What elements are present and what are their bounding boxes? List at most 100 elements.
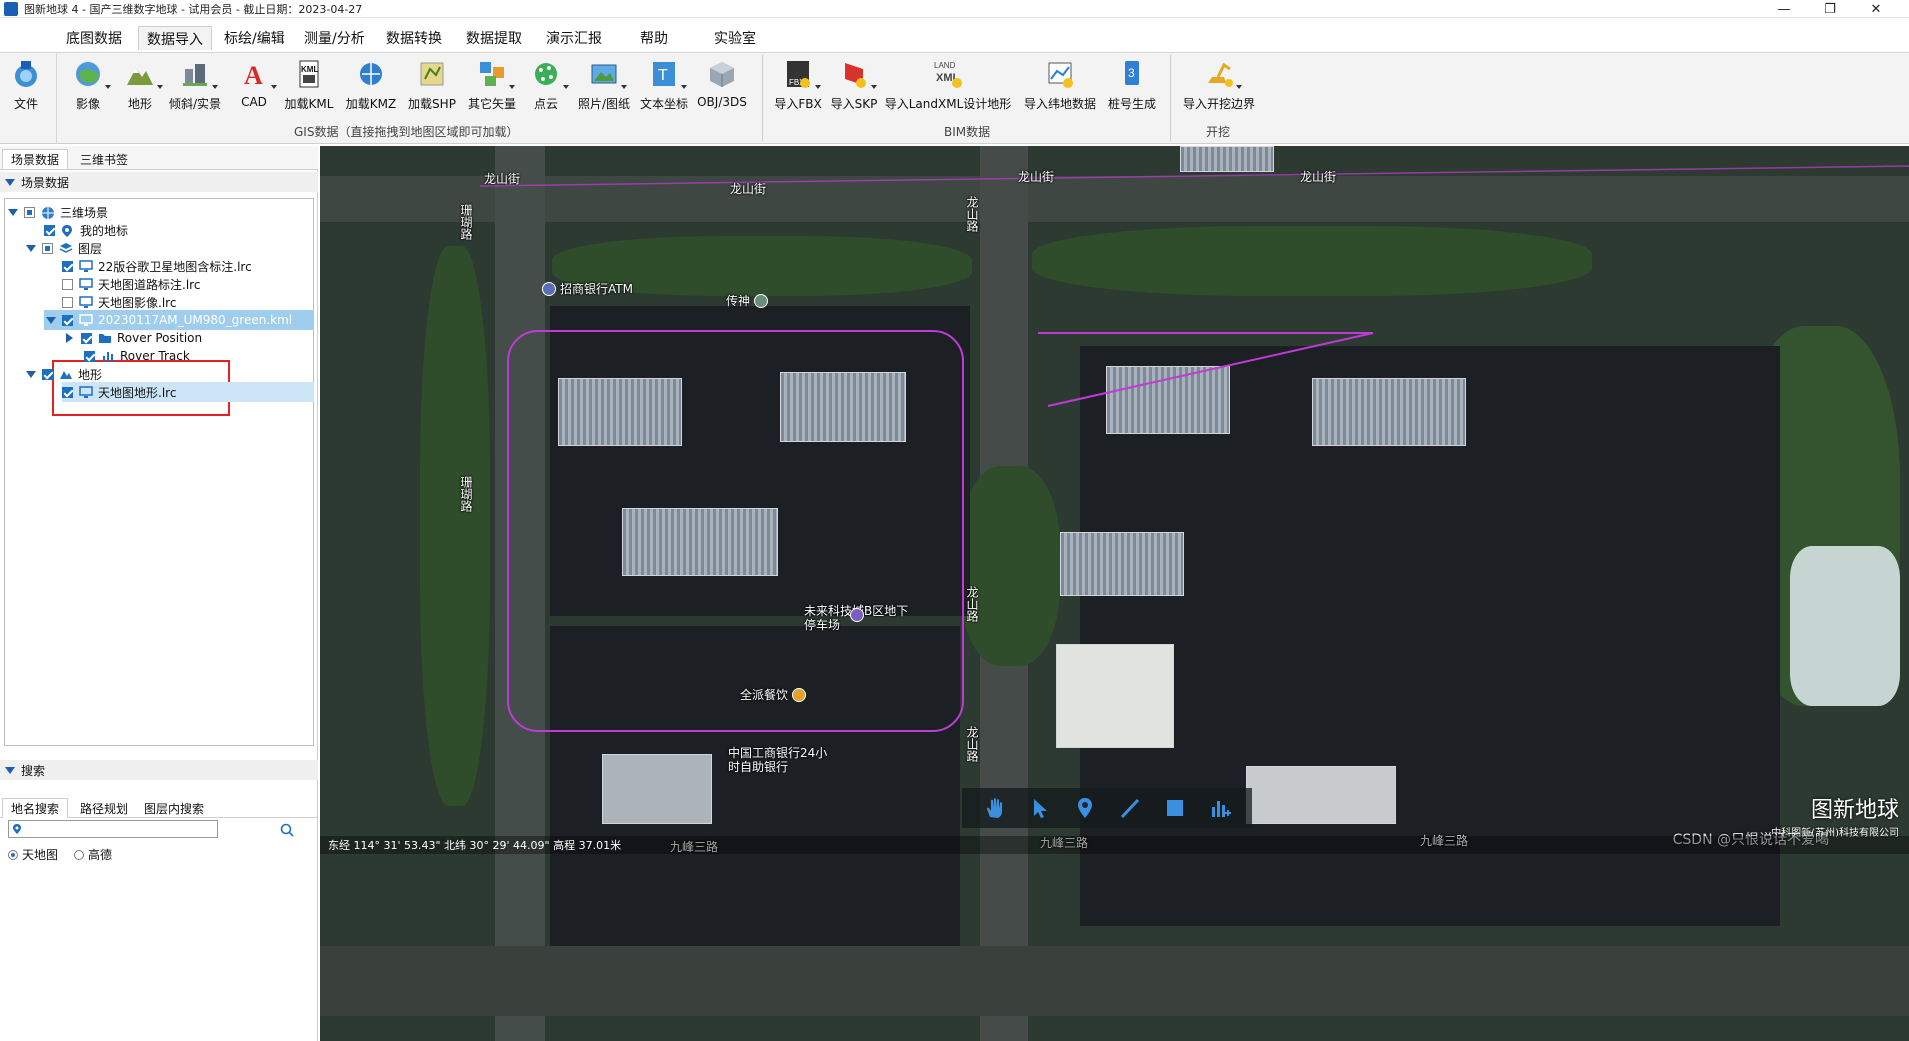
obj-3ds-button[interactable]: OBJ/3DS xyxy=(696,55,748,119)
tree-node-tianditu-road[interactable]: 天地图道路标注.lrc xyxy=(62,274,200,294)
coordinate-status-bar: 东经 114° 31' 53.43" 北纬 30° 29' 44.09" 高程 … xyxy=(320,836,1909,854)
checkbox[interactable] xyxy=(24,206,35,218)
layers-icon xyxy=(59,242,73,254)
imagery-icon xyxy=(73,59,111,89)
search-tabs: 地名搜索 路径规划 图层内搜索 xyxy=(0,796,318,818)
tab-scene-data[interactable]: 场景数据 xyxy=(2,149,69,169)
imagery-button[interactable]: 影像 xyxy=(68,55,111,119)
road-label: 龙山路 xyxy=(965,726,979,762)
title-bar: 图新地球 4 - 国产三维数字地球 - 试用会员 - 截止日期：2023-04-… xyxy=(0,0,1909,18)
tree-node-3d-scene[interactable]: 三维场景 xyxy=(8,202,108,222)
load-shp-button[interactable]: 加载SHP xyxy=(406,55,458,119)
point-cloud-icon xyxy=(531,59,569,89)
import-landxml-button[interactable]: LAND XML 导入LandXML设计地形 xyxy=(885,55,1012,119)
load-kml-button[interactable]: KML 加载KML xyxy=(282,55,336,119)
expand-icon[interactable] xyxy=(66,333,73,343)
tree-node-tianditu-terrain[interactable]: 天地图地形.lrc xyxy=(62,382,314,402)
road-label: 珊瑚路 xyxy=(459,204,473,240)
poi-restaurant[interactable]: 全派餐饮 xyxy=(740,686,807,703)
checkbox[interactable] xyxy=(42,368,53,380)
text-coordinate-icon: T xyxy=(649,59,687,89)
point-cloud-button[interactable]: 点云 xyxy=(530,55,569,119)
source-radio-group: 天地图 高德 xyxy=(8,846,112,863)
restaurant-pin-icon xyxy=(792,687,807,702)
menu-tab-plot-edit[interactable]: 标绘/编辑 xyxy=(216,26,293,50)
checkbox[interactable] xyxy=(62,386,73,398)
import-skp-button[interactable]: 导入SKP xyxy=(830,55,878,119)
load-kmz-button[interactable]: 加载KMZ xyxy=(344,55,398,119)
chart-add-icon[interactable] xyxy=(1207,795,1233,821)
import-excavation-boundary-button[interactable]: 导入开挖边界 xyxy=(1180,55,1258,119)
import-weidi-button[interactable]: 导入纬地数据 xyxy=(1022,55,1098,119)
pan-hand-icon[interactable] xyxy=(982,795,1008,821)
svg-text:T: T xyxy=(658,67,668,84)
menu-tab-lab[interactable]: 实验室 xyxy=(706,26,764,50)
tree-node-tianditu-imagery[interactable]: 天地图影像.lrc xyxy=(62,292,176,312)
checkbox[interactable] xyxy=(42,242,53,254)
expand-icon[interactable] xyxy=(26,370,36,378)
menu-tab-basemap[interactable]: 底图数据 xyxy=(58,26,130,50)
tab-route-planning[interactable]: 路径规划 xyxy=(72,798,136,818)
expand-icon[interactable] xyxy=(8,208,18,216)
cad-button[interactable]: A CAD xyxy=(238,55,277,119)
radio-gaode[interactable] xyxy=(74,849,85,860)
file-button[interactable]: 文件 xyxy=(8,55,44,119)
text-coordinate-button[interactable]: T 文本坐标 xyxy=(638,55,690,119)
poi-atm[interactable]: 招商银行ATM xyxy=(542,280,633,297)
tree-node-kml-file[interactable]: 20230117AM_UM980_green.kml xyxy=(44,310,314,330)
menu-tab-extract[interactable]: 数据提取 xyxy=(458,26,530,50)
other-vector-button[interactable]: 其它矢量 xyxy=(466,55,518,119)
search-input[interactable] xyxy=(8,820,218,838)
oblique-button[interactable]: 倾斜/实景 xyxy=(169,55,221,119)
monitor-icon xyxy=(79,278,93,290)
map-view[interactable]: 龙山街 龙山街 龙山街 龙山街 龙山路 龙山路 龙山路 珊瑚路 珊瑚路 九峰三路… xyxy=(320,146,1909,1041)
file-separator xyxy=(56,53,57,143)
photo-icon xyxy=(589,59,627,89)
tree-node-my-places[interactable]: 我的地标 xyxy=(44,220,128,240)
tab-3d-bookmarks[interactable]: 三维书签 xyxy=(72,149,136,169)
place-marker-icon[interactable] xyxy=(1072,795,1098,821)
pile-number-button[interactable]: 3 桩号生成 xyxy=(1106,55,1158,119)
expand-icon[interactable] xyxy=(46,316,56,324)
select-arrow-icon[interactable] xyxy=(1027,795,1053,821)
menu-tab-measure[interactable]: 测量/分析 xyxy=(296,26,373,50)
tree-node-layers[interactable]: 图层 xyxy=(26,238,102,258)
radio-tianditu[interactable] xyxy=(8,849,18,860)
restore-button[interactable]: ❐ xyxy=(1807,0,1853,18)
monitor-icon xyxy=(79,260,93,272)
expand-icon[interactable] xyxy=(26,244,36,252)
checkbox[interactable] xyxy=(81,332,92,344)
menu-tab-data-import[interactable]: 数据导入 xyxy=(138,26,212,50)
terrain-button[interactable]: 地形 xyxy=(120,55,163,119)
draw-line-icon[interactable] xyxy=(1117,795,1143,821)
close-button[interactable]: ✕ xyxy=(1853,0,1899,18)
scene-section-header[interactable]: 场景数据 xyxy=(0,172,318,192)
tree-node-google-satellite[interactable]: 22版谷歌卫星地图含标注.lrc xyxy=(62,256,252,276)
checkbox[interactable] xyxy=(62,260,73,272)
tab-layer-search[interactable]: 图层内搜索 xyxy=(136,798,212,818)
tree-node-rover-position[interactable]: Rover Position xyxy=(66,328,202,348)
poi-bank[interactable]: 中国工商银行24小时自助银行 xyxy=(728,746,832,774)
tree-node-rover-track[interactable]: Rover Track xyxy=(84,346,190,366)
monitor-icon xyxy=(79,296,93,308)
search-section-header[interactable]: 搜索 xyxy=(0,760,318,780)
track-bars-icon xyxy=(101,350,115,362)
menu-tab-convert[interactable]: 数据转换 xyxy=(378,26,450,50)
monitor-icon xyxy=(79,386,93,398)
photo-drawing-button[interactable]: 照片/图纸 xyxy=(576,55,632,119)
import-fbx-button[interactable]: FBX 导入FBX xyxy=(774,55,822,119)
checkbox[interactable] xyxy=(44,224,55,236)
poi-chuanshen[interactable]: 传神 xyxy=(726,292,769,309)
menu-tab-present[interactable]: 演示汇报 xyxy=(538,26,610,50)
location-pin-icon xyxy=(12,823,22,838)
search-icon[interactable] xyxy=(280,823,294,840)
draw-rectangle-icon[interactable] xyxy=(1162,795,1188,821)
checkbox[interactable] xyxy=(62,296,73,308)
menu-tab-help[interactable]: 帮助 xyxy=(632,26,676,50)
tree-node-terrain[interactable]: 地形 xyxy=(26,364,102,384)
checkbox[interactable] xyxy=(62,278,73,290)
tab-place-search[interactable]: 地名搜索 xyxy=(2,798,69,818)
checkbox[interactable] xyxy=(84,350,95,362)
checkbox[interactable] xyxy=(62,314,73,326)
minimize-button[interactable]: — xyxy=(1761,0,1807,18)
